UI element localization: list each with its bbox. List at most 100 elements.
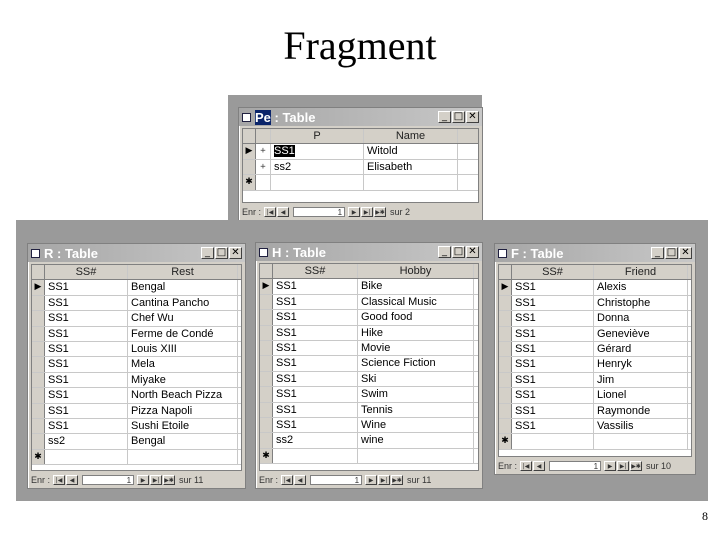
table-cell[interactable]: Science Fiction bbox=[358, 356, 474, 371]
record-number-input[interactable]: 1 bbox=[293, 206, 346, 217]
column-header[interactable]: P bbox=[271, 129, 364, 144]
new-record-icon[interactable]: ▶✱ bbox=[391, 474, 404, 485]
table-cell[interactable]: SS1 bbox=[273, 371, 358, 387]
table-cell[interactable]: Hike bbox=[358, 325, 474, 340]
table-cell[interactable]: SS1 bbox=[512, 418, 594, 434]
table-cell[interactable]: SS1 bbox=[45, 280, 128, 295]
table-row[interactable]: SS1 Mela bbox=[32, 357, 241, 373]
table-row[interactable]: ▶ + SS1 Witold bbox=[243, 144, 478, 160]
table-cell[interactable]: SS1 bbox=[45, 418, 128, 434]
table-cell[interactable] bbox=[273, 448, 358, 464]
new-record-row[interactable]: ✱ bbox=[243, 175, 478, 191]
table-row[interactable]: SS1 Jim bbox=[499, 372, 691, 389]
table-row[interactable]: SS1 Christophe bbox=[499, 295, 691, 312]
new-record-icon[interactable]: ✱ bbox=[32, 449, 45, 465]
corner-cell[interactable] bbox=[499, 265, 512, 280]
first-record-icon[interactable]: |◀ bbox=[520, 460, 533, 471]
row-selector[interactable] bbox=[32, 341, 45, 357]
row-selector[interactable] bbox=[499, 357, 512, 372]
table-cell[interactable]: Elisabeth bbox=[364, 159, 458, 175]
table-row[interactable]: SS1 Ski bbox=[260, 371, 478, 388]
table-row[interactable]: ▶ SS1 Bike bbox=[260, 279, 478, 295]
table-row[interactable]: ▶ SS1 Alexis bbox=[499, 280, 691, 296]
table-row[interactable]: SS1 Miyake bbox=[32, 372, 241, 389]
table-row[interactable]: SS1 Science Fiction bbox=[260, 356, 478, 372]
table-cell[interactable] bbox=[45, 449, 128, 465]
table-cell[interactable]: Pizza Napoli bbox=[128, 403, 238, 418]
table-cell[interactable]: ss2 bbox=[273, 433, 358, 448]
table-cell[interactable] bbox=[358, 448, 474, 464]
table-cell[interactable]: SS1 bbox=[273, 294, 358, 310]
new-record-icon[interactable]: ▶✱ bbox=[374, 206, 387, 217]
table-row[interactable]: SS1 Wine bbox=[260, 417, 478, 434]
table-cell[interactable]: Chef Wu bbox=[128, 311, 238, 326]
record-number-input[interactable]: 1 bbox=[549, 460, 602, 471]
current-record-icon[interactable]: ▶ bbox=[243, 144, 256, 159]
row-selector[interactable] bbox=[32, 295, 45, 311]
table-cell[interactable]: Movie bbox=[358, 340, 474, 356]
current-record-icon[interactable]: ▶ bbox=[260, 279, 273, 294]
row-selector[interactable] bbox=[260, 356, 273, 371]
table-row[interactable]: SS1 Hike bbox=[260, 325, 478, 341]
table-cell[interactable]: ss2 bbox=[271, 159, 364, 175]
table-cell[interactable]: Bengal bbox=[128, 434, 238, 449]
row-selector[interactable] bbox=[260, 417, 273, 433]
table-cell[interactable]: Good food bbox=[358, 310, 474, 325]
table-cell[interactable]: Donna bbox=[594, 311, 688, 326]
next-record-icon[interactable]: ▶ bbox=[137, 474, 150, 485]
table-row[interactable]: SS1 Henryk bbox=[499, 357, 691, 373]
row-selector[interactable] bbox=[260, 310, 273, 325]
table-row[interactable]: SS1 Gérard bbox=[499, 341, 691, 358]
previous-record-icon[interactable]: ◀ bbox=[533, 460, 546, 471]
table-cell[interactable]: SS1 bbox=[45, 295, 128, 311]
row-selector[interactable] bbox=[499, 418, 512, 434]
table-cell[interactable]: SS1 bbox=[273, 387, 358, 402]
row-selector[interactable] bbox=[260, 387, 273, 402]
new-record-icon[interactable]: ▶✱ bbox=[163, 474, 176, 485]
row-selector[interactable] bbox=[260, 402, 273, 417]
column-header[interactable]: SS# bbox=[45, 265, 128, 280]
table-cell[interactable]: SS1 bbox=[45, 357, 128, 372]
table-cell[interactable]: Vassilis bbox=[594, 418, 688, 434]
f-table-titlebar[interactable]: F : Table _ □ ✕ bbox=[495, 244, 695, 262]
table-cell[interactable]: Bengal bbox=[128, 280, 238, 295]
table-cell[interactable]: SS1 bbox=[45, 341, 128, 357]
row-selector[interactable] bbox=[260, 294, 273, 310]
table-cell[interactable]: SS1 bbox=[45, 388, 128, 403]
table-cell[interactable]: Lionel bbox=[594, 388, 688, 403]
current-record-icon[interactable]: ▶ bbox=[32, 280, 45, 295]
table-cell[interactable] bbox=[128, 449, 238, 465]
row-selector[interactable] bbox=[32, 418, 45, 434]
row-selector[interactable] bbox=[260, 371, 273, 387]
table-row[interactable]: SS1 Chef Wu bbox=[32, 311, 241, 327]
table-cell[interactable]: ss2 bbox=[45, 434, 128, 449]
close-icon[interactable]: ✕ bbox=[466, 246, 479, 258]
table-cell[interactable]: Witold bbox=[364, 144, 458, 159]
column-header[interactable]: Name bbox=[364, 129, 458, 144]
previous-record-icon[interactable]: ◀ bbox=[277, 206, 290, 217]
table-row[interactable]: + ss2 Elisabeth bbox=[243, 159, 478, 176]
table-row[interactable]: SS1 Ferme de Condé bbox=[32, 326, 241, 342]
previous-record-icon[interactable]: ◀ bbox=[66, 474, 79, 485]
table-cell[interactable]: Tennis bbox=[358, 402, 474, 417]
last-record-icon[interactable]: ▶| bbox=[361, 206, 374, 217]
table-cell[interactable]: SS1 bbox=[512, 295, 594, 311]
row-selector[interactable] bbox=[32, 326, 45, 341]
table-row[interactable]: ▶ SS1 Bengal bbox=[32, 280, 241, 296]
p-table-window[interactable]: Pe : Table _ □ ✕ P Name ▶ + SS1 Witold +… bbox=[238, 107, 483, 221]
minimize-icon[interactable]: _ bbox=[651, 247, 664, 259]
last-record-icon[interactable]: ▶| bbox=[378, 474, 391, 485]
row-selector[interactable] bbox=[32, 403, 45, 418]
table-cell[interactable]: wine bbox=[358, 433, 474, 448]
new-record-row[interactable]: ✱ bbox=[499, 434, 691, 450]
record-number-input[interactable]: 1 bbox=[82, 474, 135, 485]
row-selector[interactable] bbox=[499, 295, 512, 311]
table-cell[interactable]: Gérard bbox=[594, 341, 688, 357]
table-cell[interactable]: Swim bbox=[358, 387, 474, 402]
table-cell[interactable]: SS1 bbox=[45, 326, 128, 341]
row-selector[interactable] bbox=[499, 311, 512, 326]
table-cell[interactable]: Ski bbox=[358, 371, 474, 387]
p-table-titlebar[interactable]: Pe : Table _ □ ✕ bbox=[239, 108, 482, 126]
table-row[interactable]: SS1 Sushi Etoile bbox=[32, 418, 241, 435]
table-cell[interactable]: Raymonde bbox=[594, 403, 688, 418]
